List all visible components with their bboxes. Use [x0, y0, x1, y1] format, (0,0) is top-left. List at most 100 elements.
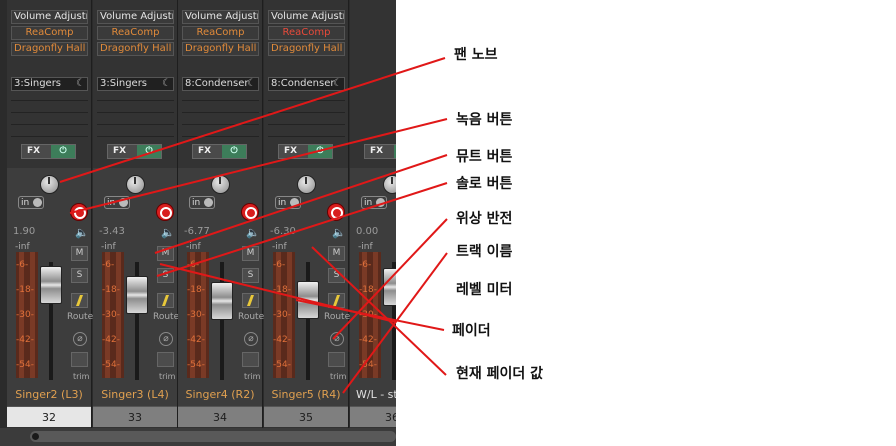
- track-number[interactable]: 32: [7, 406, 91, 427]
- trim-icon[interactable]: [157, 352, 174, 367]
- input-label: 8:Condenser: [271, 78, 335, 89]
- meter-tick-label: -6-: [187, 260, 200, 270]
- volume-fader[interactable]: [383, 268, 396, 306]
- solo-button[interactable]: S: [328, 268, 345, 283]
- input-monitor-dropdown[interactable]: in: [189, 196, 215, 209]
- fader-value[interactable]: 1.90: [13, 226, 35, 237]
- fx-slot-volume-adjust[interactable]: Volume Adjustr: [97, 10, 174, 24]
- fx-slot-reacomp[interactable]: ReaComp: [97, 26, 174, 40]
- track-number[interactable]: 35: [264, 406, 348, 427]
- volume-fader[interactable]: [211, 282, 233, 320]
- pan-knob[interactable]: [126, 175, 145, 194]
- track-number[interactable]: 33: [93, 406, 177, 427]
- fader-value[interactable]: -6.30: [270, 226, 296, 237]
- fx-button[interactable]: FX ⏻: [192, 144, 247, 159]
- track-number[interactable]: 34: [178, 406, 262, 427]
- track-name[interactable]: Singer5 (R4): [264, 384, 348, 406]
- track-name[interactable]: Singer2 (L3): [7, 384, 91, 406]
- route-icon[interactable]: [328, 293, 345, 308]
- power-icon[interactable]: ⏻: [394, 145, 396, 158]
- mixer-strip: Volume Adjustr ReaComp Dragonfly Hall R 3:S…: [93, 0, 179, 428]
- track-name[interactable]: Singer3 (L4): [93, 384, 177, 406]
- fader-value[interactable]: -3.43: [99, 226, 125, 237]
- solo-button[interactable]: S: [242, 268, 259, 283]
- record-arm-button[interactable]: [241, 203, 259, 221]
- input-selector[interactable]: 3:Singers ☾: [11, 77, 88, 91]
- fx-slot-reacomp[interactable]: ReaComp: [182, 26, 259, 40]
- volume-fader[interactable]: [297, 281, 319, 319]
- input-monitor-dropdown[interactable]: in: [275, 196, 301, 209]
- fx-button[interactable]: FX ⏻: [107, 144, 162, 159]
- power-icon[interactable]: ⏻: [51, 145, 75, 158]
- moon-icon: ☾: [333, 78, 342, 89]
- speaker-icon[interactable]: 🔈: [75, 226, 89, 239]
- speaker-icon[interactable]: 🔈: [161, 226, 175, 239]
- record-arm-button[interactable]: [327, 203, 345, 221]
- mute-button[interactable]: M: [328, 246, 345, 261]
- power-icon[interactable]: ⏻: [222, 145, 246, 158]
- pan-knob[interactable]: [211, 175, 230, 194]
- meter-tick-label: -18-: [187, 285, 205, 295]
- phase-invert-button[interactable]: ⌀: [330, 332, 344, 346]
- track-number[interactable]: 36: [350, 406, 396, 427]
- level-meter: -6- -18- -30- -42- -54-: [273, 252, 295, 378]
- input-monitor-dropdown[interactable]: in: [104, 196, 130, 209]
- volume-fader[interactable]: [40, 266, 62, 304]
- fx-button[interactable]: FX ⏻: [364, 144, 396, 159]
- route-icon[interactable]: [71, 293, 88, 308]
- phase-invert-button[interactable]: ⌀: [159, 332, 173, 346]
- track-name[interactable]: Singer4 (R2): [178, 384, 262, 406]
- send-slot-divider: [11, 100, 88, 101]
- fx-slot-dragonfly[interactable]: Dragonfly Hall R: [268, 42, 345, 56]
- fx-slot-volume-adjust[interactable]: Volume Adjustr: [11, 10, 88, 24]
- pan-knob[interactable]: [40, 175, 59, 194]
- trim-icon[interactable]: [328, 352, 345, 367]
- power-icon[interactable]: ⏻: [308, 145, 332, 158]
- peak-readout: -inf: [272, 242, 287, 252]
- input-monitor-dropdown[interactable]: in: [18, 196, 44, 209]
- fader-value[interactable]: -6.77: [184, 226, 210, 237]
- fx-slot-dragonfly[interactable]: Dragonfly Hall R: [182, 42, 259, 56]
- phase-invert-button[interactable]: ⌀: [244, 332, 258, 346]
- pan-knob[interactable]: [383, 175, 396, 194]
- input-selector[interactable]: 8:Condenser ☾: [182, 77, 259, 91]
- input-selector[interactable]: 8:Condenser ☾: [268, 77, 345, 91]
- trim-icon[interactable]: [242, 352, 259, 367]
- fx-slot-reacomp[interactable]: ReaComp: [11, 26, 88, 40]
- fx-slot-dragonfly[interactable]: Dragonfly Hall R: [97, 42, 174, 56]
- volume-fader[interactable]: [126, 276, 148, 314]
- speaker-icon[interactable]: 🔈: [332, 226, 346, 239]
- fx-slot-dragonfly[interactable]: Dragonfly Hall R: [11, 42, 88, 56]
- record-arm-button[interactable]: [70, 203, 88, 221]
- phase-invert-button[interactable]: ⌀: [73, 332, 87, 346]
- fx-slot-volume-adjust[interactable]: Volume Adjustr: [268, 10, 345, 24]
- input-selector[interactable]: 3:Singers ☾: [97, 77, 174, 91]
- input-monitor-dropdown[interactable]: in: [361, 196, 387, 209]
- send-slot-divider: [11, 124, 88, 125]
- fx-button[interactable]: FX ⏻: [278, 144, 333, 159]
- solo-button[interactable]: S: [71, 268, 88, 283]
- record-arm-button[interactable]: [156, 203, 174, 221]
- power-icon[interactable]: ⏻: [137, 145, 161, 158]
- mute-button[interactable]: M: [157, 246, 174, 261]
- pan-knob[interactable]: [297, 175, 316, 194]
- route-icon[interactable]: [157, 293, 174, 308]
- mixer-panel: Volume Adjustr ReaComp Dragonfly Hall R 3:S…: [0, 0, 396, 446]
- fader-value[interactable]: 0.00: [356, 226, 378, 237]
- horizontal-scrollbar[interactable]: [0, 428, 396, 446]
- meter-tick-label: -6-: [273, 260, 286, 270]
- speaker-icon[interactable]: 🔈: [246, 226, 260, 239]
- mute-button[interactable]: M: [71, 246, 88, 261]
- route-icon[interactable]: [242, 293, 259, 308]
- meter-tick-label: -6-: [359, 260, 372, 270]
- meter-tick-label: -54-: [187, 360, 205, 370]
- mute-button[interactable]: M: [242, 246, 259, 261]
- trim-icon[interactable]: [71, 352, 88, 367]
- scrollbar-thumb[interactable]: [30, 431, 396, 442]
- fx-slot-reacomp[interactable]: ReaComp: [268, 26, 345, 40]
- fx-slot-volume-adjust[interactable]: Volume Adjustr: [182, 10, 259, 24]
- meter-tick-label: -54-: [16, 360, 34, 370]
- solo-button[interactable]: S: [157, 268, 174, 283]
- fx-button[interactable]: FX ⏻: [21, 144, 76, 159]
- track-name[interactable]: W/L - st: [350, 384, 396, 406]
